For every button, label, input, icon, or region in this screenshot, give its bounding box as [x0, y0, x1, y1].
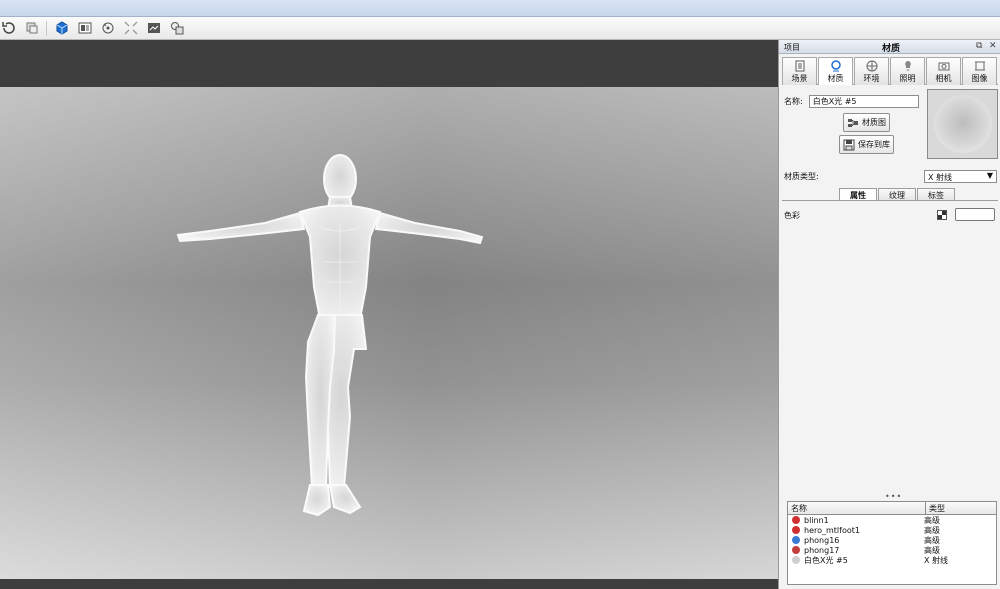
tab-image[interactable]: 图像 [962, 57, 997, 85]
camera-rotate-icon[interactable] [99, 20, 116, 37]
name-label: 名称: [784, 97, 803, 106]
color-label: 色彩 [784, 211, 800, 220]
material-panel: 项目 材质 ⧉ ✕ 场景 材质 环境 照明 相机 图像 名称: 白色X光 #5 … [778, 40, 1000, 589]
color-row: 色彩 [784, 210, 800, 221]
list-item[interactable]: phong17 高级 [788, 545, 996, 555]
panel-title: 材质 [882, 44, 901, 54]
material-type-label: 材质类型: [784, 172, 819, 181]
list-item-name: phong17 [804, 545, 840, 555]
material-list: 名称 类型 blinn1 高级 hero_mtlfoot1 高级 phong16… [787, 501, 997, 585]
panel-icon[interactable] [76, 20, 93, 37]
material-graph-button[interactable]: 材质图 [843, 113, 890, 132]
expand-icon[interactable] [122, 20, 139, 37]
viewport-top-bar [0, 40, 778, 87]
preview-sphere [933, 95, 992, 153]
copy-icon[interactable] [23, 20, 40, 37]
list-item-name: phong16 [804, 535, 840, 545]
tab-lighting-label: 照明 [899, 74, 916, 83]
viewport-bottom-bar [0, 579, 778, 589]
tab-environment-label: 环境 [863, 74, 880, 83]
splitter-dots[interactable]: ••• [885, 492, 902, 501]
window-title-strip [0, 0, 1000, 17]
refresh-icon[interactable] [0, 20, 17, 37]
name-row: 名称: 白色X光 #5 [784, 95, 919, 108]
save-icon [843, 139, 855, 150]
material-dot-icon [792, 526, 800, 534]
list-item[interactable]: blinn1 高级 [788, 515, 996, 525]
column-name[interactable]: 名称 [788, 502, 926, 514]
tab-material-label: 材质 [827, 74, 844, 83]
cube-icon[interactable] [53, 20, 70, 37]
list-item-name: 白色X光 #5 [804, 555, 848, 565]
column-type[interactable]: 类型 [926, 502, 948, 514]
tab-camera-label: 相机 [935, 74, 952, 83]
material-dot-icon [792, 546, 800, 554]
list-item-type: X 射线 [924, 555, 949, 565]
save-to-library-button[interactable]: 保存到库 [839, 135, 894, 154]
tab-scene[interactable]: 场景 [782, 57, 817, 85]
material-type-value: X 射线 [928, 173, 953, 182]
material-dot-icon [792, 536, 800, 544]
texture-checker-icon[interactable] [937, 210, 947, 220]
main-toolbar [0, 17, 1000, 40]
material-type-row: 材质类型: [784, 171, 819, 182]
light-icon [904, 61, 911, 71]
render-icon[interactable] [145, 20, 162, 37]
human-model [176, 154, 484, 517]
list-item-name: hero_mtlfoot1 [804, 525, 860, 535]
panel-tabs: 场景 材质 环境 照明 相机 图像 [782, 57, 998, 85]
close-icon[interactable]: ✕ [989, 41, 997, 51]
restore-icon[interactable]: ⧉ [976, 41, 982, 51]
subtab-divider [782, 200, 998, 201]
color-swatch[interactable] [955, 208, 995, 221]
tab-camera[interactable]: 相机 [926, 57, 961, 85]
material-dot-icon [792, 556, 800, 564]
list-item[interactable]: phong16 高级 [788, 535, 996, 545]
camera-icon [938, 62, 949, 71]
render-viewport[interactable] [0, 87, 778, 579]
scene-icon [795, 60, 804, 72]
material-dot-icon [792, 516, 800, 524]
material-list-header: 名称 类型 [788, 502, 996, 515]
list-item[interactable]: hero_mtlfoot1 高级 [788, 525, 996, 535]
list-item-name: blinn1 [804, 515, 829, 525]
panel-header: 项目 材质 ⧉ ✕ [779, 40, 1000, 54]
list-item[interactable]: 白色X光 #5 X 射线 [788, 555, 996, 565]
material-name-input[interactable]: 白色X光 #5 [808, 95, 919, 108]
material-icon [830, 60, 841, 72]
tab-scene-label: 场景 [791, 74, 808, 83]
tab-image-label: 图像 [971, 74, 988, 83]
image-icon [974, 61, 985, 71]
save-to-library-label: 保存到库 [858, 140, 890, 149]
tab-environment[interactable]: 环境 [854, 57, 889, 85]
graph-icon [848, 118, 858, 127]
toolbar-separator [46, 20, 47, 36]
tab-material[interactable]: 材质 [818, 57, 853, 85]
material-graph-label: 材质图 [862, 118, 886, 127]
chevron-down-icon: ▼ [986, 171, 993, 180]
tab-lighting[interactable]: 照明 [890, 57, 925, 85]
material-type-select[interactable]: X 射线 ▼ [924, 170, 997, 183]
project-tab-label[interactable]: 项目 [784, 42, 800, 53]
material-preview[interactable] [927, 89, 998, 159]
layers-icon[interactable] [168, 20, 185, 37]
globe-icon [866, 60, 877, 72]
